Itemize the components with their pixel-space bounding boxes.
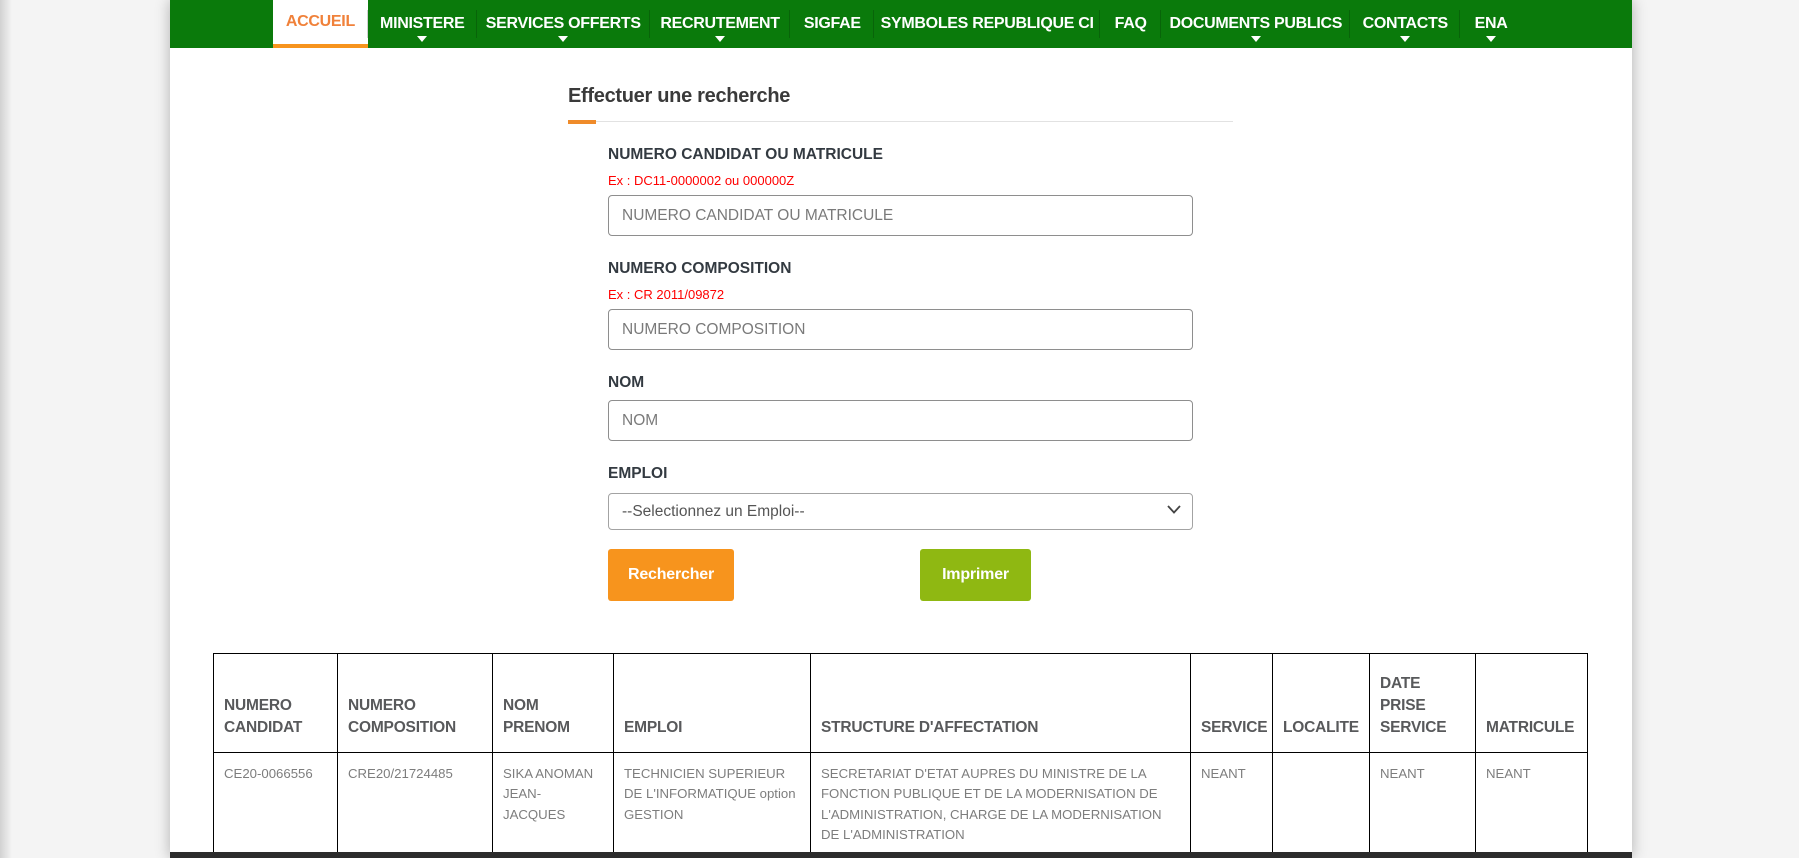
- table-cell: CRE20/21724485: [337, 752, 493, 858]
- table-cell: NEANT: [1475, 752, 1588, 858]
- nav-item-label: FAQ: [1114, 14, 1147, 32]
- table-cell: CE20-0066556: [213, 752, 338, 858]
- results-table: NUMERO CANDIDAT NUMERO COMPOSITION NOM PRE…: [213, 653, 1588, 858]
- main-nav: ACCUEIL MINISTERE SERVICES OFFERTS RECRUTEM…: [170, 0, 1632, 48]
- column-header-matricule: MATRICULE: [1475, 653, 1588, 753]
- nav-item-documents-publics[interactable]: DOCUMENTS PUBLICS: [1160, 0, 1350, 48]
- column-header-numero-candidat: NUMERO CANDIDAT: [213, 653, 338, 753]
- field-emploi: EMPLOI --Selectionnez un Emploi--: [608, 465, 1193, 530]
- nav-item-label: SIGFAE: [803, 14, 861, 32]
- table-cell: [1272, 752, 1370, 858]
- emploi-select-wrap: --Selectionnez un Emploi--: [608, 493, 1193, 530]
- title-underline-line: [568, 121, 1233, 122]
- table-cell: NEANT: [1369, 752, 1476, 858]
- nom-label: NOM: [608, 374, 645, 391]
- emploi-select[interactable]: --Selectionnez un Emploi--: [608, 493, 1193, 530]
- main-content: Effectuer une recherche NUMERO CANDIDAT …: [170, 85, 1632, 858]
- numero-candidat-input[interactable]: [608, 195, 1193, 236]
- field-numero-candidat: NUMERO CANDIDAT OU MATRICULE Ex : DC11-0…: [608, 146, 1193, 236]
- header-row: NUMERO CANDIDAT NUMERO COMPOSITION NOM PRE…: [213, 653, 1588, 753]
- chevron-down-icon: [1486, 35, 1497, 42]
- chevron-down-icon: [558, 35, 569, 42]
- rechercher-button[interactable]: Rechercher: [608, 549, 734, 601]
- emploi-label: EMPLOI: [608, 465, 668, 482]
- footer-strip: [170, 852, 1632, 858]
- field-numero-composition: NUMERO COMPOSITION Ex : CR 2011/09872: [608, 260, 1193, 350]
- numero-candidat-label: NUMERO CANDIDAT OU MATRICULE: [608, 146, 883, 163]
- nav-item-label: CONTACTS: [1362, 14, 1449, 32]
- nav-item-accueil[interactable]: ACCUEIL: [273, 0, 368, 48]
- title-underline: [568, 120, 1233, 124]
- nav-item-label: DOCUMENTS PUBLICS: [1169, 14, 1343, 32]
- page: ACCUEIL MINISTERE SERVICES OFFERTS RECRUTEM…: [0, 0, 1799, 858]
- column-header-date-prise-service: DATE PRISE SERVICE: [1369, 653, 1476, 753]
- nav-item-ena[interactable]: ENA: [1459, 0, 1522, 48]
- chevron-down-icon: [417, 35, 428, 42]
- form-buttons-row: Rechercher Imprimer: [608, 549, 1193, 601]
- field-nom: NOM: [608, 374, 1193, 441]
- numero-composition-example: Ex : CR 2011/09872: [608, 287, 725, 302]
- results-table-body: CE20-0066556 CRE20/21724485 SIKA ANOMAN JE…: [213, 752, 1588, 858]
- nav-item-label: ENA: [1474, 14, 1508, 32]
- imprimer-button[interactable]: Imprimer: [920, 549, 1031, 601]
- nav-item-label: SYMBOLES REPUBLIQUE CI: [880, 14, 1094, 32]
- nav-item-services-offerts[interactable]: SERVICES OFFERTS: [475, 0, 650, 48]
- nav-item-symboles-republique-ci[interactable]: SYMBOLES REPUBLIQUE CI: [873, 0, 1100, 48]
- nav-item-label: SERVICES OFFERTS: [485, 14, 641, 32]
- table-cell: SIKA ANOMAN JEAN-JACQUES: [492, 752, 614, 858]
- column-header-localite: LOCALITE: [1272, 653, 1370, 753]
- nav-item-ministere[interactable]: MINISTERE: [366, 0, 477, 48]
- chevron-down-icon: [1250, 35, 1261, 42]
- numero-candidat-example: Ex : DC11-0000002 ou 000000Z: [608, 173, 795, 188]
- table-cell: SECRETARIAT D'ETAT AUPRES DU MINISTRE DE…: [810, 752, 1191, 858]
- table-cell: NEANT: [1190, 752, 1273, 858]
- nav-item-label: MINISTERE: [380, 14, 465, 32]
- nom-input[interactable]: [608, 400, 1193, 441]
- results-table-head: NUMERO CANDIDAT NUMERO COMPOSITION NOM PRE…: [213, 653, 1588, 753]
- numero-composition-label: NUMERO COMPOSITION: [608, 260, 792, 277]
- table-row: CE20-0066556 CRE20/21724485 SIKA ANOMAN JE…: [213, 752, 1588, 858]
- search-form: NUMERO CANDIDAT OU MATRICULE Ex : DC11-0…: [608, 146, 1193, 601]
- title-underline-accent: [568, 120, 596, 124]
- nav-item-label: ACCUEIL: [285, 12, 355, 30]
- nav-item-sigfae[interactable]: SIGFAE: [789, 0, 874, 48]
- content-container: ACCUEIL MINISTERE SERVICES OFFERTS RECRUTEM…: [170, 0, 1632, 858]
- search-section-title: Effectuer une recherche: [568, 85, 791, 107]
- table-cell: TECHNICIEN SUPERIEUR DE L'INFORMATIQUE o…: [613, 752, 811, 858]
- nav-item-faq[interactable]: FAQ: [1099, 0, 1161, 48]
- column-header-numero-composition: NUMERO COMPOSITION: [337, 653, 493, 753]
- chevron-down-icon: [715, 35, 726, 42]
- nav-item-label: RECRUTEMENT: [660, 14, 780, 32]
- nav-item-contacts[interactable]: CONTACTS: [1349, 0, 1460, 48]
- nav-item-recrutement[interactable]: RECRUTEMENT: [648, 0, 791, 48]
- numero-composition-input[interactable]: [608, 309, 1193, 350]
- column-header-service: SERVICE: [1190, 653, 1273, 753]
- column-header-emploi: EMPLOI: [613, 653, 811, 753]
- column-header-nom-prenom: NOM PRENOM: [492, 653, 614, 753]
- column-header-structure-d-affectation: STRUCTURE D'AFFECTATION: [810, 653, 1191, 753]
- chevron-down-icon: [1400, 35, 1411, 42]
